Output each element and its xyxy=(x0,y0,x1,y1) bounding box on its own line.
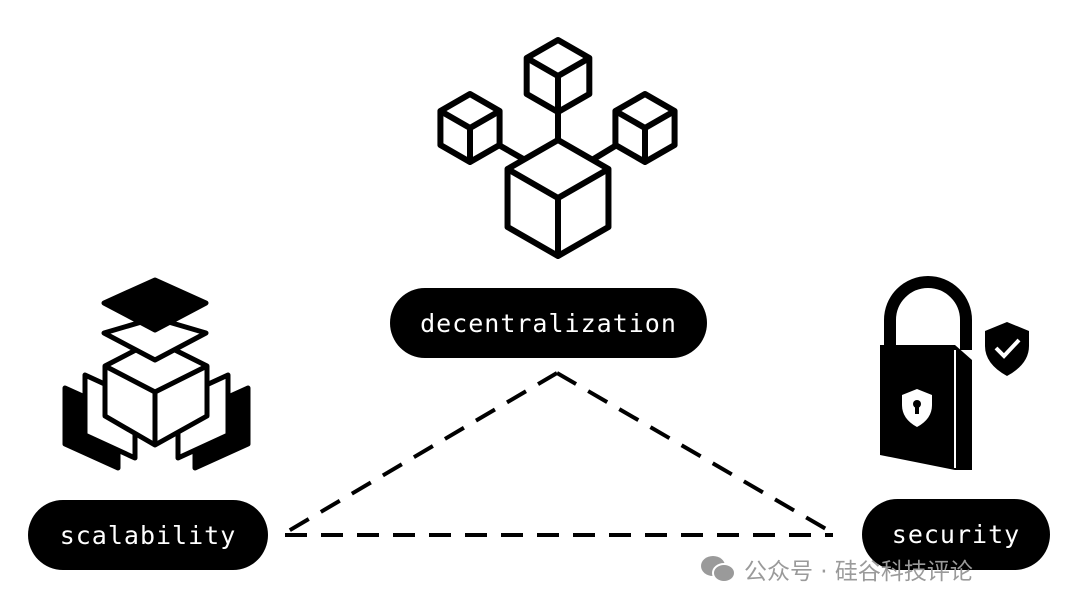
watermark: 公众号 · 硅谷科技评论 xyxy=(700,552,973,586)
triangle-dashed-lines xyxy=(283,371,835,537)
cube-right xyxy=(612,91,678,165)
label-scalability: scalability xyxy=(28,500,268,570)
padlock-shield-icon xyxy=(880,276,1029,470)
dashed-edge-right xyxy=(555,371,835,535)
wechat-icon xyxy=(701,556,736,583)
scalability-layers-cube-icon xyxy=(62,277,251,471)
cube-center xyxy=(504,137,612,259)
label-decentralization: decentralization xyxy=(390,288,707,358)
network-cubes-icon xyxy=(437,37,678,259)
cube-top xyxy=(523,37,593,115)
dashed-edge-left xyxy=(283,371,559,535)
cube-left xyxy=(437,91,503,165)
watermark-text: 公众号 · 硅谷科技评论 xyxy=(744,559,973,585)
shield-check-icon xyxy=(985,322,1029,376)
